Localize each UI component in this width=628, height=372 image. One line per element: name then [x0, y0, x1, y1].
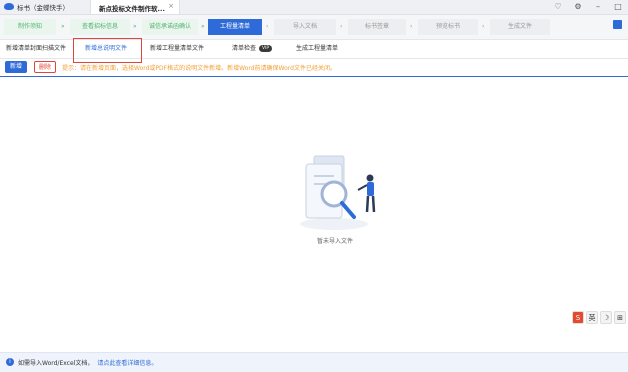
minimize-icon[interactable]: –: [588, 0, 608, 14]
footer-message: 如需导入Word/Excel文档，: [18, 360, 94, 367]
step-1[interactable]: 制作须知: [4, 19, 56, 35]
chevron-right-icon: ›: [266, 23, 269, 30]
new-button[interactable]: 新增: [5, 61, 27, 73]
tab-list-check[interactable]: 清单检查 VIP: [232, 42, 273, 56]
tab-list-check-label: 清单检查: [232, 45, 257, 52]
info-icon: i: [6, 358, 14, 366]
close-icon[interactable]: ×: [168, 2, 174, 10]
restore-icon[interactable]: □: [608, 0, 628, 14]
document-tab[interactable]: 新点投标文件制作软... ×: [90, 0, 180, 14]
ime-logo-icon[interactable]: S: [572, 311, 584, 324]
step-8[interactable]: 生成文件: [490, 19, 550, 35]
app-logo-icon: [4, 3, 14, 10]
tab-cover-scan[interactable]: 新增清单封面扫描文件: [6, 42, 66, 56]
tab-label: 新点投标文件制作软...: [99, 5, 165, 13]
chevron-right-icon: ›: [482, 23, 485, 30]
tab-quantity-file[interactable]: 新增工程量清单文件: [150, 42, 204, 56]
chevron-right-icon: ›: [340, 23, 343, 30]
chevron-right-icon: »: [201, 23, 205, 30]
step-5[interactable]: 导入文档: [274, 19, 336, 35]
empty-document-icon: [300, 155, 376, 230]
chevron-right-icon: »: [133, 23, 137, 30]
settings-icon[interactable]: ⚙: [568, 0, 588, 14]
chevron-right-icon: »: [61, 23, 65, 30]
vip-badge: VIP: [259, 45, 273, 52]
delete-button[interactable]: 删除: [34, 61, 56, 73]
chevron-right-icon: ›: [410, 23, 413, 30]
footer-notice: i 如需导入Word/Excel文档， 请点此查看详细信息。: [0, 352, 628, 372]
step-3[interactable]: 诚信承诺函确认: [142, 19, 198, 35]
footer-text: 如需导入Word/Excel文档， 请点此查看详细信息。: [18, 358, 157, 367]
step-2[interactable]: 查看招标信息: [70, 19, 130, 35]
ime-lang-toggle[interactable]: 英: [586, 311, 598, 324]
ime-toolbar: S 英 ☽ ⊞: [572, 311, 628, 325]
window-controls: ♡ ⚙ – □: [548, 0, 628, 14]
app-title: 标书（金蝶快手）: [17, 4, 69, 12]
keyboard-icon[interactable]: ⊞: [614, 311, 626, 324]
step-bar: 制作须知 » 查看招标信息 » 诚信承诺函确认 » 工程量清单 › 导入文档 ›…: [0, 15, 628, 40]
title-bar: 标书（金蝶快手） 新点投标文件制作软... × ♡ ⚙ – □: [0, 0, 628, 15]
folder-icon[interactable]: [613, 20, 622, 29]
toolbar: 新增 删除 提示：请在新增页面，选择Word或PDF格式的说明文件新增。新增Wo…: [0, 60, 628, 77]
step-4[interactable]: 工程量清单: [208, 19, 262, 35]
moon-icon[interactable]: ☽: [600, 311, 612, 324]
tab-generate-list[interactable]: 生成工程量清单: [296, 42, 338, 56]
footer-link[interactable]: 请点此查看详细信息。: [97, 360, 157, 367]
empty-state-text: 暂未导入文件: [316, 238, 353, 245]
step-7[interactable]: 预览标书: [418, 19, 478, 35]
step-6[interactable]: 标书签章: [348, 19, 406, 35]
bell-icon[interactable]: ♡: [548, 0, 568, 14]
tip-text: 提示：请在新增页面，选择Word或PDF格式的说明文件新增。新增Word前请确保…: [62, 65, 336, 72]
